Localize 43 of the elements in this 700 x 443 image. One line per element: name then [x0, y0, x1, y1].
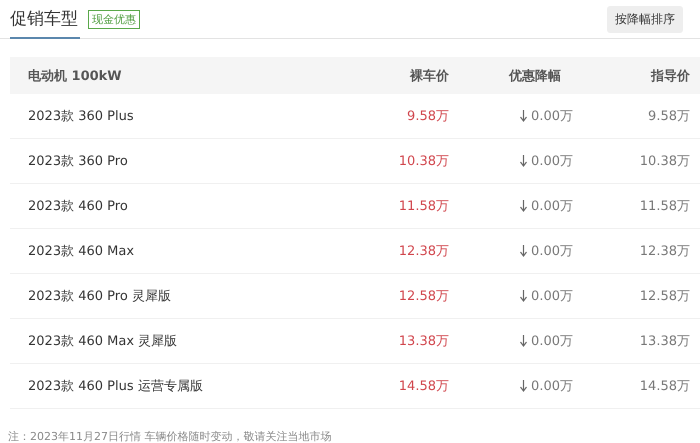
table-cell-text: 2023款 460 Pro 灵犀版: [27, 288, 172, 305]
table-cell-text: 12.38万: [638, 243, 691, 260]
table-cell-text: 9.58万: [406, 108, 449, 125]
table-cell-text: 2023款 460 Max 灵犀版: [27, 333, 178, 350]
down-arrow-icon: [520, 200, 528, 212]
table-cell-text: 9.58万: [647, 108, 691, 125]
down-arrow-icon: [520, 245, 528, 257]
table-cell-text: 2023款 360 Plus: [27, 108, 135, 125]
table-cell-text: 2023款 460 Max: [27, 243, 136, 260]
column-header: 指导价: [650, 68, 691, 84]
table-cell-text: 0.00万: [531, 288, 573, 305]
sort-button[interactable]: 按降幅排序: [607, 6, 683, 32]
table-cell-text: 10.38万: [398, 153, 449, 170]
table-cell-text: 0.00万: [531, 378, 573, 395]
footnote: 注：2023年11月27日行情 车辆价格随时变动，敬请关注当地市场: [8, 429, 332, 443]
table-cell-text: 0.00万: [531, 198, 573, 215]
table-cell-text: 0.00万: [531, 108, 573, 125]
table-cell-text: 0.00万: [531, 243, 573, 260]
table-cell-text: 13.38万: [638, 333, 691, 350]
column-header: 裸车价: [408, 68, 449, 84]
table-cell-text: 2023款 460 Plus 运营专属版: [27, 378, 204, 395]
table-cell-text: 14.58万: [398, 378, 449, 395]
down-arrow-icon: [520, 155, 528, 167]
down-arrow-icon: [520, 335, 528, 347]
table-cell-text: 12.58万: [398, 288, 449, 305]
column-header: 优惠降幅: [508, 68, 562, 84]
table-cell-text: 11.58万: [398, 198, 449, 215]
table-cell-text: 13.38万: [398, 333, 449, 350]
table-cell-text: 2023款 360 Pro: [27, 153, 129, 170]
table-cell-text: 2023款 460 Pro: [27, 198, 129, 215]
tab[interactable]: 促销车型: [10, 0, 80, 38]
table-cell-text: 11.58万: [638, 198, 691, 215]
tag: 现金优惠: [88, 10, 140, 28]
table-cell-text: 10.38万: [638, 153, 691, 170]
table-cell-text: 0.00万: [531, 333, 573, 350]
table-cell-text: 14.58万: [638, 378, 691, 395]
down-arrow-icon: [520, 380, 528, 392]
table-cell-text: 12.38万: [398, 243, 449, 260]
column-header: 电动机 100kW: [27, 68, 123, 84]
down-arrow-icon: [520, 110, 528, 122]
down-arrow-icon: [520, 290, 528, 302]
table-cell-text: 0.00万: [531, 153, 573, 170]
table-cell-text: 12.58万: [638, 288, 691, 305]
